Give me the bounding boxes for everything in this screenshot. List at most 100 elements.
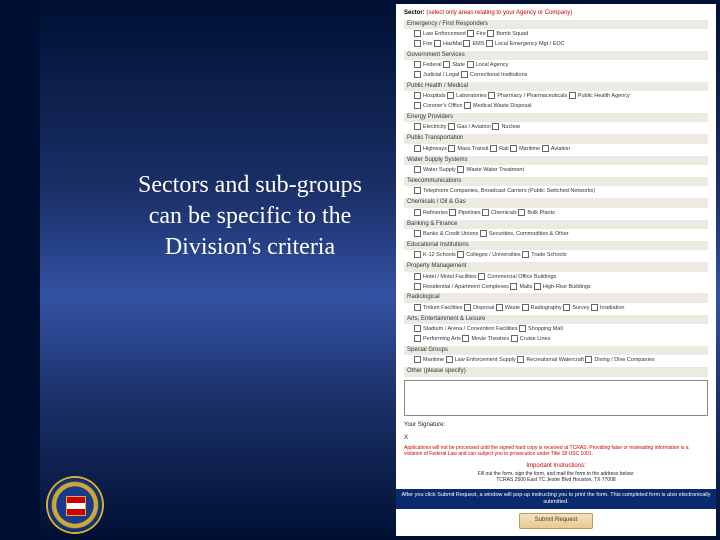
checkbox[interactable] — [467, 30, 474, 37]
checkbox[interactable] — [448, 145, 455, 152]
category-header: Public Health / Medical — [404, 82, 708, 92]
checkbox-label: Coroner's Office — [423, 103, 464, 109]
checkbox[interactable] — [467, 61, 474, 68]
checkbox[interactable] — [414, 356, 421, 363]
checkbox[interactable] — [522, 251, 529, 258]
checkbox[interactable] — [414, 40, 421, 47]
checkbox-label: Commercial Office Buildings — [487, 274, 556, 280]
checkbox-label: State — [452, 62, 466, 68]
checkbox-label: Diving / Dive Companies — [594, 357, 654, 363]
checkbox-label: Hospitals — [423, 93, 447, 99]
checkbox[interactable] — [464, 304, 471, 311]
sector-hint: (select only areas relating to your Agen… — [426, 10, 572, 16]
checkbox[interactable] — [414, 61, 421, 68]
checkbox[interactable] — [482, 209, 489, 216]
other-textarea[interactable] — [404, 380, 708, 416]
checkbox[interactable] — [534, 283, 541, 290]
checkbox[interactable] — [447, 92, 454, 99]
checkbox-row: Residential / Apartment Complexes Malls … — [404, 282, 708, 292]
checkbox-label: Shopping Mall — [528, 326, 563, 332]
submit-info-bar: After you click Submit Request, a window… — [396, 489, 716, 509]
checkbox-label: Bulk Plants — [527, 210, 555, 216]
checkbox[interactable] — [414, 283, 421, 290]
checkbox-label: Correctional Institutions — [470, 72, 527, 78]
checkbox-label: Malls — [519, 284, 533, 290]
checkbox[interactable] — [414, 30, 421, 37]
checkbox[interactable] — [414, 166, 421, 173]
checkbox-label: Pharmacy / Pharmaceuticals — [497, 93, 569, 99]
checkbox[interactable] — [457, 251, 464, 258]
checkbox[interactable] — [414, 251, 421, 258]
checkbox[interactable] — [457, 166, 464, 173]
checkbox[interactable] — [414, 325, 421, 332]
checkbox[interactable] — [511, 335, 518, 342]
sector-label: Sector: — [404, 10, 425, 16]
sector-header: Sector: (select only areas relating to y… — [404, 10, 708, 18]
checkbox[interactable] — [569, 92, 576, 99]
checkbox[interactable] — [585, 356, 592, 363]
checkbox-row: Highways Mass Transit Rail Maritime Avia… — [404, 144, 708, 154]
checkbox-label: Telephone Companies, Broadcast Carriers … — [423, 188, 595, 194]
checkbox[interactable] — [443, 61, 450, 68]
submit-button[interactable]: Submit Request — [519, 513, 593, 529]
checkbox-label: Maritime — [423, 357, 446, 363]
checkbox-row: Refineries Pipelines Chemicals Bulk Plan… — [404, 208, 708, 218]
checkbox[interactable] — [414, 304, 421, 311]
checkbox-label: Law Enforcement Supply — [455, 357, 518, 363]
checkbox[interactable] — [414, 335, 421, 342]
checkbox-label: HazMat — [443, 41, 463, 47]
checkbox[interactable] — [487, 30, 494, 37]
checkbox-label: Nuclear — [501, 124, 520, 130]
signature-label: Your Signature: — [404, 422, 708, 430]
checkbox[interactable] — [414, 71, 421, 78]
checkbox[interactable] — [486, 40, 493, 47]
checkbox-label: Chemicals — [491, 210, 518, 216]
checkbox[interactable] — [414, 209, 421, 216]
checkbox[interactable] — [414, 230, 421, 237]
checkbox-label: Disposal — [473, 305, 496, 311]
checkbox[interactable] — [492, 123, 499, 130]
checkbox[interactable] — [478, 273, 485, 280]
checkbox[interactable] — [448, 123, 455, 130]
checkbox[interactable] — [591, 304, 598, 311]
checkbox[interactable] — [517, 356, 524, 363]
checkbox[interactable] — [518, 209, 525, 216]
checkbox[interactable] — [461, 71, 468, 78]
checkbox[interactable] — [414, 123, 421, 130]
checkbox-label: Rail — [499, 146, 510, 152]
sector-form-panel: Sector: (select only areas relating to y… — [396, 4, 716, 536]
checkbox[interactable] — [519, 325, 526, 332]
checkbox[interactable] — [563, 304, 570, 311]
checkbox[interactable] — [446, 356, 453, 363]
checkbox[interactable] — [414, 187, 421, 194]
checkbox-row: Hospitals Laboratories Pharmacy / Pharma… — [404, 91, 708, 101]
checkbox[interactable] — [542, 145, 549, 152]
checkbox-row: Telephone Companies, Broadcast Carriers … — [404, 186, 708, 196]
checkbox-label: Gas / Aviation — [457, 124, 492, 130]
checkbox[interactable] — [462, 335, 469, 342]
checkbox-label: Mass Transit — [457, 146, 490, 152]
checkbox[interactable] — [434, 40, 441, 47]
checkbox[interactable] — [464, 102, 471, 109]
checkbox-row: Tritium Facilities Disposal Waste Radiog… — [404, 303, 708, 313]
checkbox[interactable] — [510, 145, 517, 152]
checkbox-label: Recreational Watercraft — [526, 357, 585, 363]
checkbox-label: K-12 Schools — [423, 252, 457, 258]
checkbox[interactable] — [510, 283, 517, 290]
checkbox-label: Federal — [423, 62, 443, 68]
checkbox[interactable] — [496, 304, 503, 311]
checkbox[interactable] — [463, 40, 470, 47]
checkbox[interactable] — [449, 209, 456, 216]
checkbox[interactable] — [488, 92, 495, 99]
checkbox-row: Hotel / Motel Facilities Commercial Offi… — [404, 272, 708, 282]
checkbox[interactable] — [414, 273, 421, 280]
checkbox-label: Refineries — [423, 210, 449, 216]
checkbox[interactable] — [414, 102, 421, 109]
checkbox[interactable] — [414, 92, 421, 99]
checkbox[interactable] — [480, 230, 487, 237]
checkbox[interactable] — [490, 145, 497, 152]
checkbox-row: Judicial / Legal Correctional Institutio… — [404, 70, 708, 80]
checkbox[interactable] — [522, 304, 529, 311]
category-header: Radiological — [404, 293, 708, 303]
checkbox[interactable] — [414, 145, 421, 152]
